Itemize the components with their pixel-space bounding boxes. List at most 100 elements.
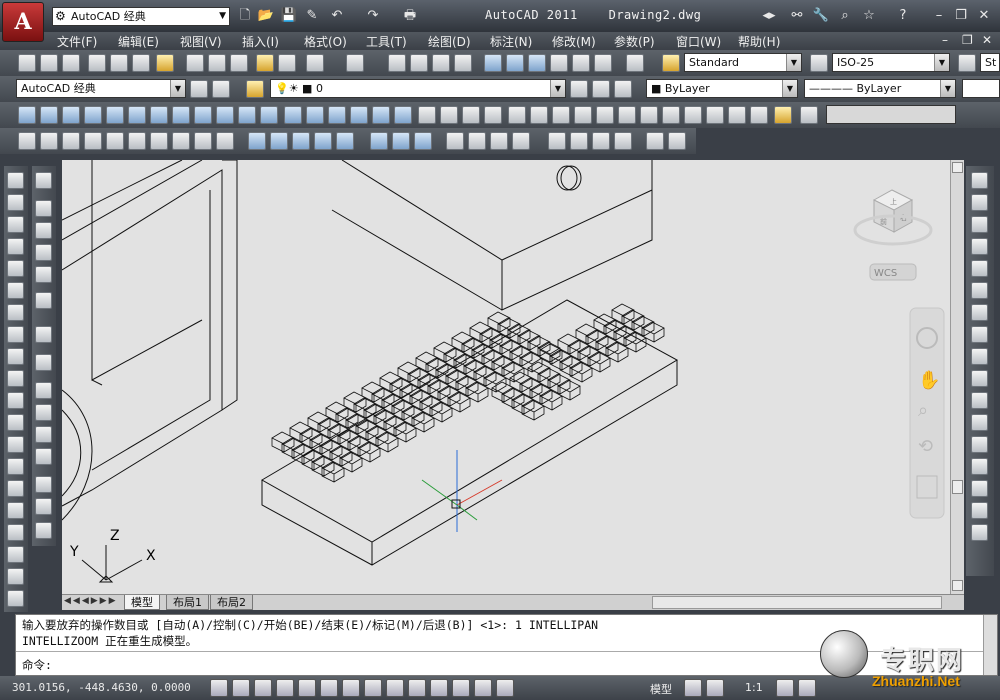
redo-icon[interactable]: ↷ (364, 7, 382, 25)
table-style-select[interactable]: St (980, 53, 1000, 72)
grid-display-icon[interactable] (232, 679, 250, 697)
3d-align-icon[interactable] (462, 106, 480, 124)
chamfer-icon[interactable] (971, 480, 988, 497)
redo-icon[interactable] (346, 54, 364, 72)
block-editor-icon[interactable] (278, 54, 296, 72)
render-environment-icon[interactable] (35, 426, 52, 443)
tab-navigation-arrows[interactable]: ◀◀◀▶▶▶ (64, 596, 122, 609)
conceptual-style-icon[interactable] (728, 106, 746, 124)
3d-object-snap-icon[interactable] (320, 679, 338, 697)
box-3d-icon[interactable] (35, 326, 52, 343)
stretch-icon[interactable] (971, 348, 988, 365)
top-view-icon[interactable] (618, 106, 636, 124)
close-icon[interactable]: ✕ (975, 7, 993, 25)
realistic-style-icon[interactable] (706, 106, 724, 124)
group-edit-icon[interactable] (592, 132, 610, 150)
doc-minimize-icon[interactable]: – (942, 33, 948, 47)
rectangle-icon[interactable] (7, 260, 24, 277)
command-scrollbar[interactable] (983, 615, 997, 675)
walk-fly-icon[interactable] (35, 354, 52, 371)
multiline-text-icon[interactable] (7, 568, 24, 585)
sphere-icon[interactable] (106, 106, 124, 124)
edit-solids-icon[interactable] (508, 106, 526, 124)
command-prompt[interactable]: 命令: (22, 657, 52, 673)
viewcube[interactable]: 上 前 右 (853, 189, 933, 246)
tool-palettes-icon[interactable] (528, 54, 546, 72)
binoculars-icon[interactable]: ⚯ (788, 7, 806, 25)
rotate-icon[interactable] (971, 304, 988, 321)
annotation-monitor-icon[interactable] (496, 679, 514, 697)
offset-icon[interactable] (971, 238, 988, 255)
menu-file[interactable]: 文件(F) (57, 33, 97, 50)
clean-icon[interactable] (216, 132, 234, 150)
workspace-lock-icon[interactable] (212, 80, 230, 98)
fillet-icon[interactable] (971, 502, 988, 519)
scroll-down-button[interactable] (952, 580, 963, 591)
workspace-settings-icon[interactable] (190, 80, 208, 98)
pan-hand-icon[interactable]: ✋ (918, 369, 940, 391)
save-as-icon[interactable]: ✎ (303, 7, 321, 25)
scroll-thumb[interactable] (952, 480, 963, 494)
undo-icon[interactable] (306, 54, 324, 72)
workspace-select[interactable]: AutoCAD 经典 ▼ (16, 79, 186, 98)
zoom-previous-icon[interactable] (454, 54, 472, 72)
group-icon[interactable] (548, 132, 566, 150)
extrude-icon[interactable] (238, 106, 256, 124)
application-menu-button[interactable]: A (2, 2, 44, 42)
properties-icon[interactable] (484, 54, 502, 72)
construction-line-icon[interactable] (7, 194, 24, 211)
material-map-icon[interactable] (35, 404, 52, 421)
auto-scale-icon[interactable] (798, 679, 816, 697)
quickcalc-icon[interactable] (594, 54, 612, 72)
erase-icon[interactable] (971, 172, 988, 189)
sphere-material-icon[interactable] (35, 266, 52, 283)
presspull-icon[interactable] (260, 106, 278, 124)
copy-faces-icon[interactable] (150, 132, 168, 150)
break-at-point-icon[interactable] (971, 414, 988, 431)
mirror-icon[interactable] (971, 216, 988, 233)
add-selected-icon[interactable] (7, 590, 24, 607)
delete-faces-icon[interactable] (84, 132, 102, 150)
arc-icon[interactable] (7, 282, 24, 299)
favorites-star-icon[interactable]: ☆ (860, 7, 878, 25)
help-icon[interactable]: ? (894, 7, 912, 25)
lights-icon[interactable] (35, 222, 52, 239)
open-icon[interactable] (40, 54, 58, 72)
dim-style-select[interactable]: ISO-25 ▼ (832, 53, 950, 72)
hide-icon[interactable] (35, 172, 52, 189)
3d-dwf-icon[interactable] (156, 54, 174, 72)
make-layer-current-icon[interactable] (570, 80, 588, 98)
trim-icon[interactable] (971, 370, 988, 387)
coordinate-readout[interactable]: 301.0156, -448.4630, 0.0000 (12, 681, 191, 694)
group-select-icon[interactable] (614, 132, 632, 150)
ellipse-icon[interactable] (7, 370, 24, 387)
spline-icon[interactable] (7, 348, 24, 365)
swivel-icon[interactable] (468, 132, 486, 150)
torus-icon[interactable] (172, 106, 190, 124)
zoom-nav-icon[interactable]: ⌕ (918, 400, 928, 421)
continuous-orbit-icon[interactable] (574, 106, 592, 124)
new-file-icon[interactable]: 🗋 (236, 7, 254, 25)
polysolid-icon[interactable] (18, 106, 36, 124)
menu-dimension[interactable]: 标注(N) (490, 33, 532, 50)
doc-close-icon[interactable]: ✕ (982, 33, 992, 47)
tab-layout1[interactable]: 布局1 (166, 595, 209, 610)
minimize-icon[interactable]: – (930, 7, 948, 25)
visual-style-icon[interactable] (684, 106, 702, 124)
offset-faces-icon[interactable] (62, 132, 80, 150)
vertical-scrollbar[interactable] (950, 160, 964, 594)
planar-surface-icon[interactable] (216, 106, 234, 124)
layer-previous-icon[interactable] (592, 80, 610, 98)
menu-edit[interactable]: 编辑(E) (118, 33, 159, 50)
loft-icon[interactable] (328, 106, 346, 124)
pyramid-icon[interactable] (150, 106, 168, 124)
front-view-icon[interactable] (640, 106, 658, 124)
design-center-icon[interactable] (506, 54, 524, 72)
named-views-icon[interactable] (596, 106, 614, 124)
layer-states-icon[interactable] (614, 80, 632, 98)
left-view-icon[interactable] (662, 106, 680, 124)
lineweight-select[interactable] (962, 79, 1000, 98)
quick-view-drawings-icon[interactable] (706, 679, 724, 697)
tab-layout2[interactable]: 布局2 (210, 595, 253, 610)
dynamic-ucs-icon[interactable] (364, 679, 382, 697)
